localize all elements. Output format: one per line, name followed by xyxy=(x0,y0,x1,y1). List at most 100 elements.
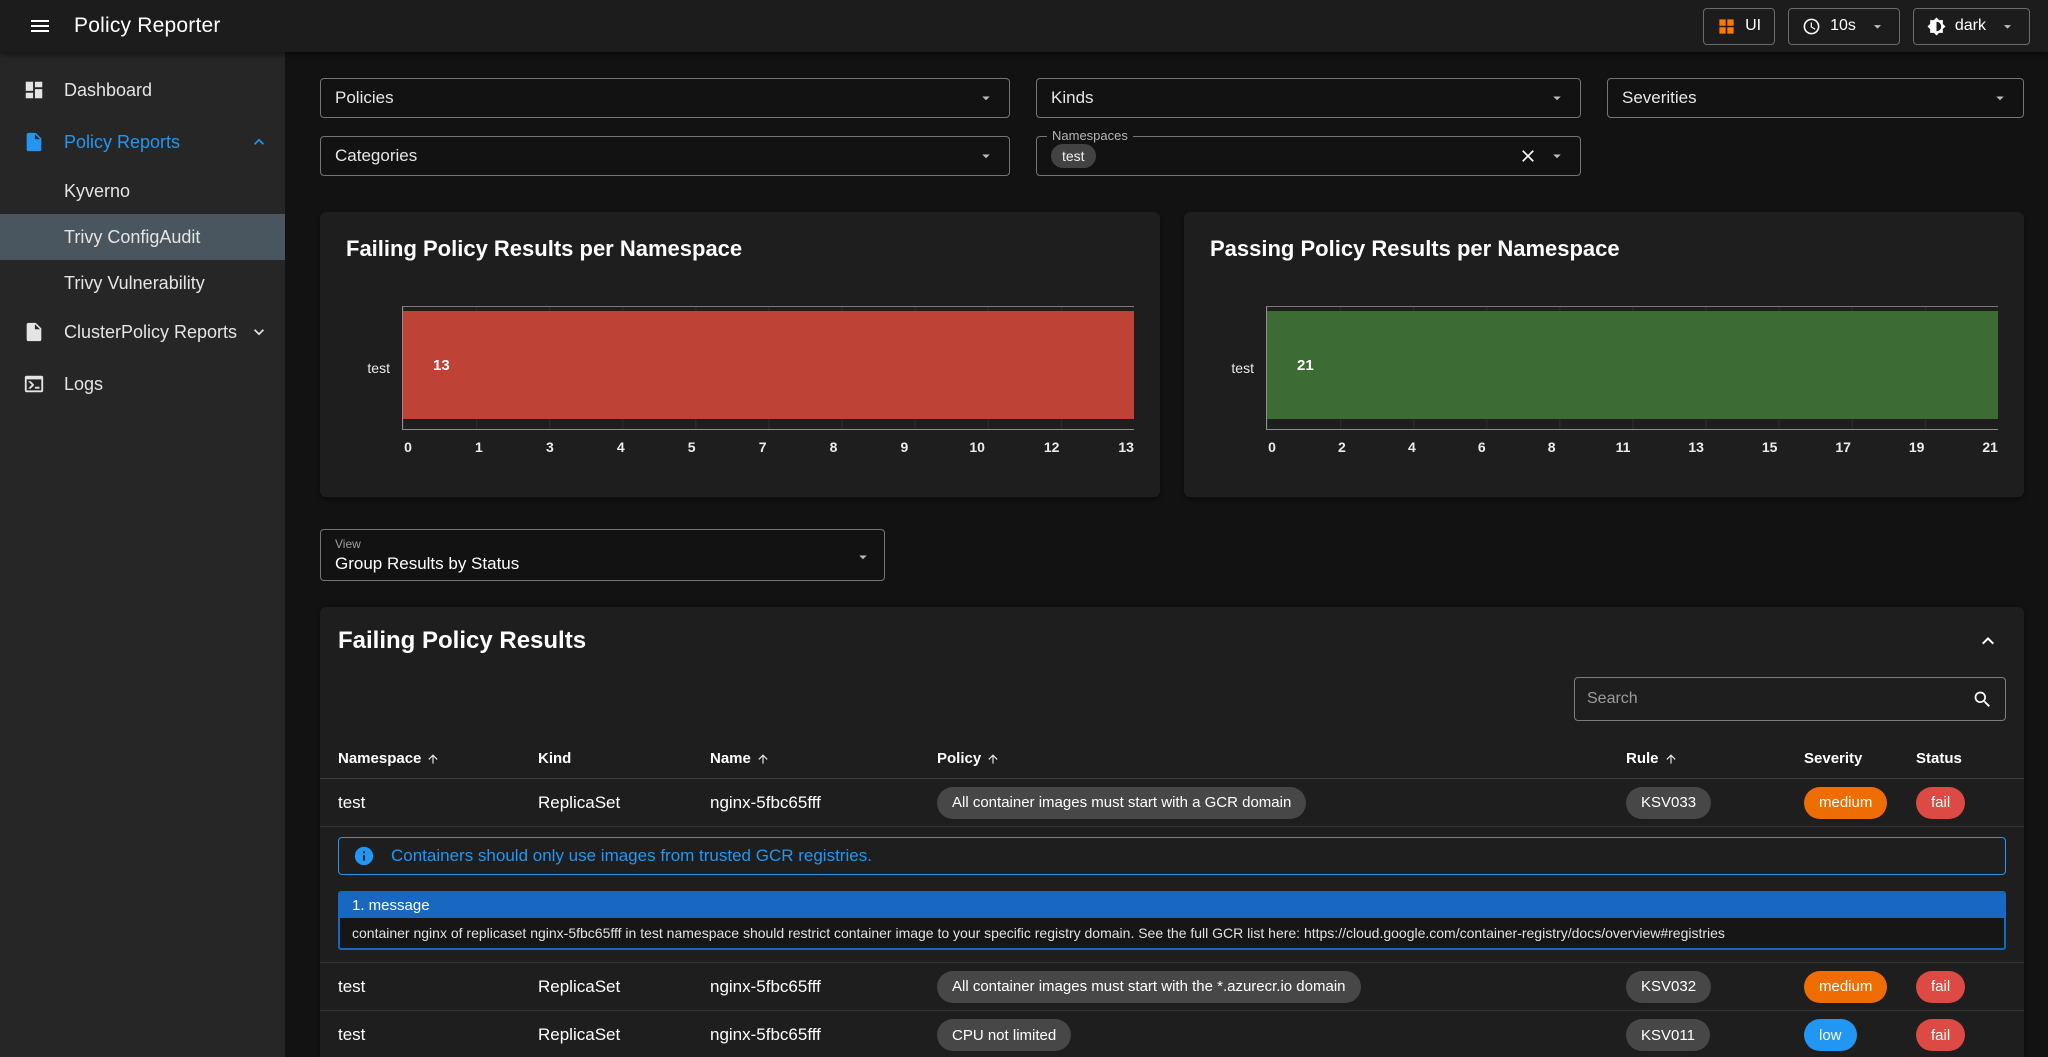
tick-label: 15 xyxy=(1762,439,1778,455)
cell-kind: ReplicaSet xyxy=(538,1025,710,1045)
refresh-interval-select[interactable]: 10s xyxy=(1788,8,1900,45)
chart-plot-area: 21 xyxy=(1266,306,1998,430)
refresh-interval-value: 10s xyxy=(1830,17,1856,35)
table-row[interactable]: test ReplicaSet nginx-5fbc65fff All cont… xyxy=(320,963,2024,1011)
sidebar-item-kyverno[interactable]: Kyverno xyxy=(0,168,285,214)
column-header-rule[interactable]: Rule xyxy=(1626,750,1804,767)
namespaces-select[interactable]: Namespaces test xyxy=(1036,136,1581,176)
dashboard-icon xyxy=(20,79,48,101)
tick-label: 10 xyxy=(969,439,985,455)
column-header-severity[interactable]: Severity xyxy=(1804,750,1916,767)
column-header-status[interactable]: Status xyxy=(1916,750,2006,767)
column-label: Policy xyxy=(937,750,981,767)
tick-label: 9 xyxy=(898,439,910,455)
tick-label: 4 xyxy=(615,439,627,455)
appbar-actions: UI 10s dark xyxy=(1703,8,2030,45)
app-bar: Policy Reporter UI 10s dark xyxy=(0,0,2048,52)
menu-button[interactable] xyxy=(18,4,62,48)
clear-icon[interactable] xyxy=(1518,146,1538,166)
collapse-button[interactable] xyxy=(1976,629,2000,653)
categories-select[interactable]: Categories xyxy=(320,136,1010,176)
column-header-policy[interactable]: Policy xyxy=(937,750,1626,767)
chevron-up-icon xyxy=(1976,629,2000,653)
message-text: container nginx of replicaset nginx-5fbc… xyxy=(340,918,2004,948)
sidebar-item-policy-reports[interactable]: Policy Reports xyxy=(0,116,285,168)
tick-label: 5 xyxy=(686,439,698,455)
search-input[interactable] xyxy=(1587,690,1972,708)
app-title: Policy Reporter xyxy=(74,14,221,38)
namespace-chip: test xyxy=(1051,144,1096,168)
x-axis-ticks: 0 1 3 4 5 7 8 9 10 12 13 xyxy=(402,439,1134,455)
policies-select[interactable]: Policies xyxy=(320,78,1010,118)
chart-title: Failing Policy Results per Namespace xyxy=(346,236,1134,262)
chevron-down-icon xyxy=(1548,89,1566,107)
hamburger-icon xyxy=(28,14,52,38)
severity-badge: low xyxy=(1804,1019,1857,1051)
chevron-down-icon xyxy=(977,147,995,165)
tick-label: 13 xyxy=(1118,439,1134,455)
sidebar-item-logs[interactable]: Logs xyxy=(0,358,285,410)
cell-name: nginx-5fbc65fff xyxy=(710,977,937,997)
bar-value-label: 13 xyxy=(403,357,450,374)
column-header-kind[interactable]: Kind xyxy=(538,750,710,767)
sidebar-item-trivy-configaudit[interactable]: Trivy ConfigAudit xyxy=(0,214,285,260)
sort-asc-icon xyxy=(756,752,770,766)
categories-select-label: Categories xyxy=(335,146,417,166)
sidebar-item-dashboard[interactable]: Dashboard xyxy=(0,64,285,116)
kinds-select[interactable]: Kinds xyxy=(1036,78,1581,118)
column-header-name[interactable]: Name xyxy=(710,750,937,767)
severity-badge: medium xyxy=(1804,971,1887,1003)
cell-namespace: test xyxy=(338,977,538,997)
view-select-label: View xyxy=(335,537,870,551)
failing-results-chart-card: Failing Policy Results per Namespace tes… xyxy=(320,212,1160,497)
table-row[interactable]: test ReplicaSet nginx-5fbc65fff All cont… xyxy=(320,779,2024,827)
chevron-down-icon xyxy=(1869,18,1886,35)
tick-label: 3 xyxy=(544,439,556,455)
sidebar: Dashboard Policy Reports Kyverno Trivy C… xyxy=(0,52,285,1057)
info-alert: Containers should only use images from t… xyxy=(338,837,2006,875)
sort-asc-icon xyxy=(986,752,1000,766)
policy-chip: All container images must start with a G… xyxy=(937,787,1306,819)
severity-badge: medium xyxy=(1804,787,1887,819)
tick-label: 6 xyxy=(1476,439,1488,455)
theme-select[interactable]: dark xyxy=(1913,8,2030,45)
sidebar-item-clusterpolicy-reports[interactable]: ClusterPolicy Reports xyxy=(0,306,285,358)
chevron-down-icon xyxy=(249,322,269,342)
tick-label: 7 xyxy=(757,439,769,455)
policy-chip: All container images must start with the… xyxy=(937,971,1361,1003)
y-axis-label: test xyxy=(1210,306,1266,430)
view-select-value: Group Results by Status xyxy=(335,554,870,574)
cell-kind: ReplicaSet xyxy=(538,977,710,997)
severities-select[interactable]: Severities xyxy=(1607,78,2024,118)
results-title: Failing Policy Results xyxy=(338,627,586,655)
clock-icon xyxy=(1802,17,1821,36)
passing-results-chart-card: Passing Policy Results per Namespace tes… xyxy=(1184,212,2024,497)
sidebar-item-label: ClusterPolicy Reports xyxy=(64,322,237,343)
tick-label: 19 xyxy=(1909,439,1925,455)
rule-chip: KSV033 xyxy=(1626,787,1711,819)
expanded-row-detail: Containers should only use images from t… xyxy=(320,827,2024,963)
column-header-namespace[interactable]: Namespace xyxy=(338,750,538,767)
table-row[interactable]: test ReplicaSet nginx-5fbc65fff CPU not … xyxy=(320,1011,2024,1057)
view-select[interactable]: View Group Results by Status xyxy=(320,529,885,581)
sidebar-item-label: Kyverno xyxy=(64,181,130,202)
cell-name: nginx-5fbc65fff xyxy=(710,1025,937,1045)
view-row: View Group Results by Status xyxy=(320,529,2024,581)
chevron-down-icon xyxy=(977,89,995,107)
rule-chip: KSV032 xyxy=(1626,971,1711,1003)
sidebar-item-label: Trivy ConfigAudit xyxy=(64,227,200,248)
sidebar-item-trivy-vulnerability[interactable]: Trivy Vulnerability xyxy=(0,260,285,306)
column-label: Name xyxy=(710,750,751,767)
status-badge: fail xyxy=(1916,787,1965,819)
ui-button-label: UI xyxy=(1745,17,1761,35)
rule-chip: KSV011 xyxy=(1626,1019,1710,1051)
ui-button[interactable]: UI xyxy=(1703,8,1775,45)
chart-plot-area: 13 xyxy=(402,306,1134,430)
cell-namespace: test xyxy=(338,793,538,813)
chevron-down-icon xyxy=(1999,18,2016,35)
sidebar-item-label: Trivy Vulnerability xyxy=(64,273,205,294)
search-box xyxy=(1574,677,2006,721)
cell-kind: ReplicaSet xyxy=(538,793,710,813)
tick-label: 0 xyxy=(402,439,414,455)
tick-label: 2 xyxy=(1336,439,1348,455)
